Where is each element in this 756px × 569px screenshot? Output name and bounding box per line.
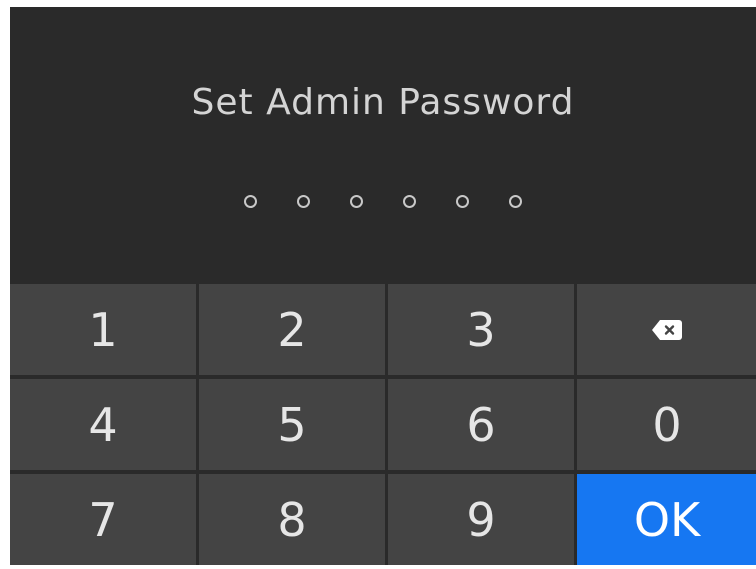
numeric-keypad: 1 2 3 4 5 6 0 7 8 9 OK — [10, 284, 756, 565]
password-dots — [10, 195, 756, 208]
key-5[interactable]: 5 — [199, 379, 385, 470]
key-9[interactable]: 9 — [388, 474, 574, 565]
password-dot — [297, 195, 310, 208]
key-1[interactable]: 1 — [10, 284, 196, 375]
key-0[interactable]: 0 — [577, 379, 756, 470]
ok-button[interactable]: OK — [577, 474, 756, 565]
password-screen: Set Admin Password 1 2 3 4 5 6 0 7 8 9 O… — [10, 7, 756, 565]
password-dot — [509, 195, 522, 208]
password-dot — [403, 195, 416, 208]
key-3[interactable]: 3 — [388, 284, 574, 375]
key-7[interactable]: 7 — [10, 474, 196, 565]
key-6[interactable]: 6 — [388, 379, 574, 470]
password-dot — [456, 195, 469, 208]
backspace-button[interactable] — [577, 284, 756, 375]
key-8[interactable]: 8 — [199, 474, 385, 565]
backspace-icon — [652, 319, 682, 340]
key-2[interactable]: 2 — [199, 284, 385, 375]
key-4[interactable]: 4 — [10, 379, 196, 470]
password-dot — [350, 195, 363, 208]
password-dot — [244, 195, 257, 208]
page-title: Set Admin Password — [191, 82, 575, 123]
